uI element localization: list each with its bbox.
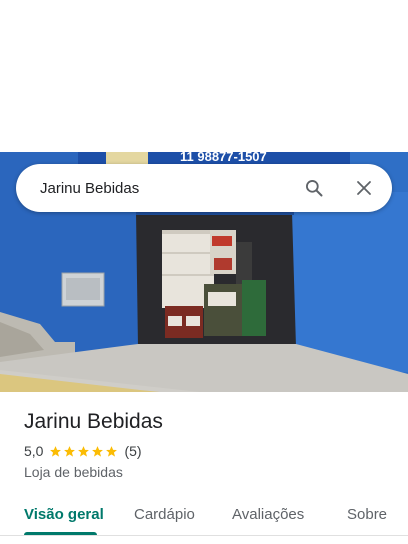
- place-tabs: Visão geral Cardápio Avaliações Sobre: [0, 492, 408, 536]
- place-info: Jarinu Bebidas 5,0 (5) Loja de bebidas: [24, 408, 394, 480]
- tab-about[interactable]: Sobre: [347, 506, 387, 523]
- map-blank-area: [0, 0, 408, 152]
- star-icon: [50, 445, 62, 457]
- tabs-divider: [0, 535, 408, 536]
- search-bar[interactable]: Jarinu Bebidas: [16, 164, 392, 212]
- rating-value: 5,0: [24, 443, 44, 459]
- place-title: Jarinu Bebidas: [24, 410, 163, 433]
- sign-phone-text: 11 98877-1507: [180, 152, 267, 164]
- review-count[interactable]: (5): [124, 443, 141, 459]
- star-icon: [64, 445, 76, 457]
- search-button[interactable]: [294, 168, 334, 208]
- tab-reviews[interactable]: Avaliações: [232, 506, 304, 523]
- star-rating: [49, 445, 119, 458]
- rating-row[interactable]: 5,0 (5): [24, 443, 394, 459]
- clear-search-button[interactable]: [344, 168, 384, 208]
- star-icon: [78, 445, 90, 457]
- place-category[interactable]: Loja de bebidas: [24, 464, 394, 480]
- search-input[interactable]: Jarinu Bebidas: [16, 180, 294, 197]
- tab-menu[interactable]: Cardápio: [134, 506, 195, 523]
- star-icon: [106, 445, 118, 457]
- close-icon: [357, 181, 371, 195]
- tab-overview[interactable]: Visão geral: [24, 506, 104, 523]
- search-icon: [306, 180, 323, 197]
- star-icon: [92, 445, 104, 457]
